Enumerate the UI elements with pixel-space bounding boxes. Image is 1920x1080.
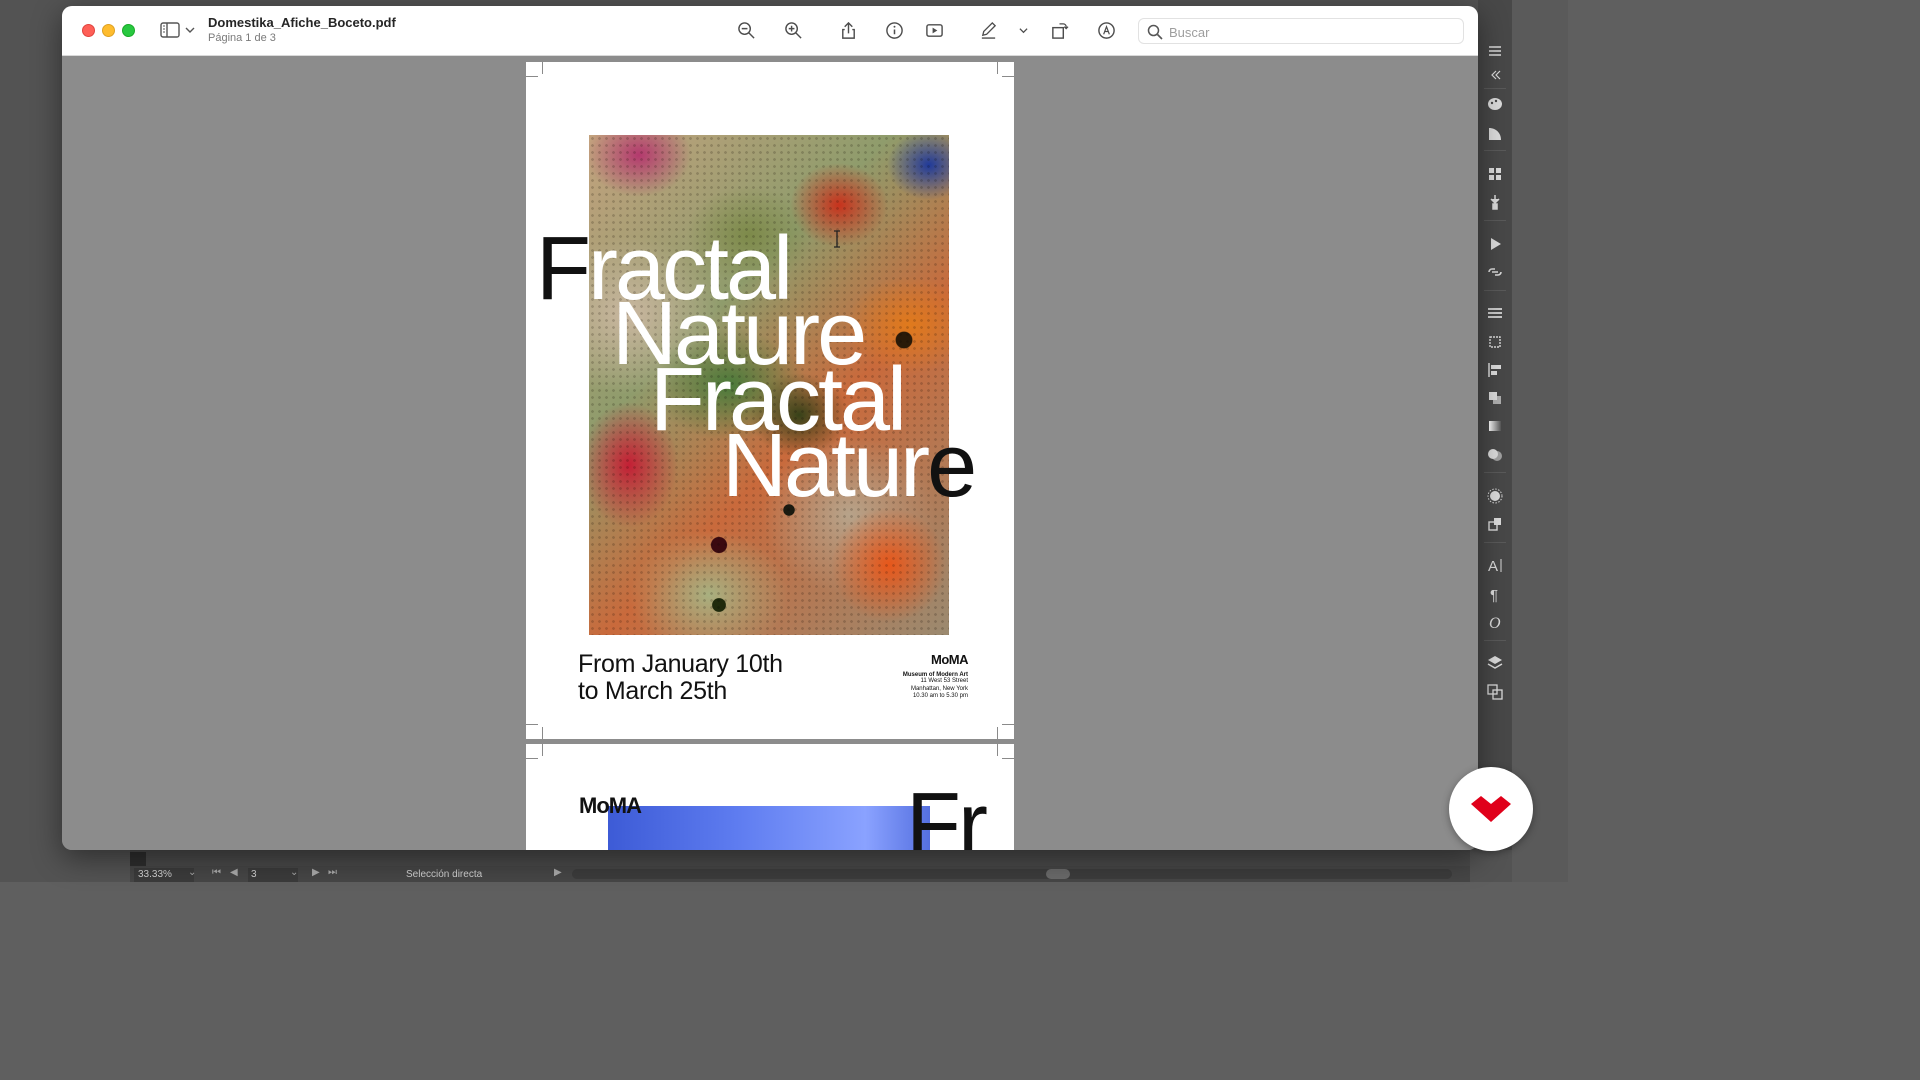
current-tool-label: Selección directa [406, 869, 483, 880]
dates-line-1: From January 10th [578, 650, 783, 678]
titlebar: Domestika_Afiche_Boceto.pdf Página 1 de … [62, 6, 1478, 56]
preview-window: Domestika_Afiche_Boceto.pdf Página 1 de … [62, 6, 1478, 850]
text-cursor-icon [832, 230, 842, 250]
dates-line-2: to March 25th [578, 677, 727, 705]
opentype-icon[interactable]: O [1485, 613, 1505, 631]
slideshow-button[interactable] [922, 19, 946, 41]
zoom-out-button[interactable] [734, 19, 758, 41]
canvas-bottom-strip [130, 850, 1470, 866]
headline-line-4: Nature [722, 416, 977, 516]
collapse-icon[interactable] [1485, 66, 1505, 84]
character-icon[interactable]: A [1485, 556, 1505, 574]
graphic-styles-icon[interactable] [1485, 515, 1505, 533]
page2-photo [608, 806, 930, 850]
page2-headline: Fr [906, 775, 988, 850]
slideshow-icon [925, 23, 943, 37]
transform-icon[interactable] [1485, 333, 1505, 351]
page2-moma-logo: MoMA [579, 793, 642, 818]
domestika-logo [1449, 767, 1533, 851]
zoom-out-icon [737, 21, 755, 39]
markup-button[interactable] [976, 19, 1000, 41]
search-field[interactable] [1138, 18, 1464, 44]
pdf-page-2: MoMA Fr [526, 744, 1014, 850]
links-icon[interactable] [1485, 263, 1505, 281]
rotate-icon [1051, 22, 1068, 39]
minimize-button[interactable] [102, 24, 115, 37]
status-menu-arrow-icon[interactable]: ▶ [554, 867, 562, 878]
status-bar: 33.33% ⌄ ⏮ ◀ 3 ⌄ ▶ ⏭ Selección directa ▶ [130, 866, 1470, 882]
venue-hours: 10.30 am to 5.30 pm [912, 693, 968, 699]
moma-logo: MoMA [931, 652, 969, 667]
maximize-button[interactable] [122, 24, 135, 37]
search-input[interactable] [1169, 22, 1449, 42]
annotate-button[interactable] [1094, 19, 1118, 41]
page-indicator: Página 1 de 3 [208, 32, 276, 44]
tools-panel: A ¶ O [1478, 0, 1512, 850]
svg-text:A: A [1488, 558, 1498, 574]
zoom-in-button[interactable] [781, 19, 805, 41]
brushes-icon[interactable] [1485, 193, 1505, 211]
artboard-dropdown-icon[interactable]: ⌄ [290, 867, 298, 878]
transparency-icon[interactable] [1485, 446, 1505, 464]
swatches-icon[interactable] [1485, 165, 1505, 183]
sidebar-toggle-button[interactable] [160, 20, 198, 40]
actions-play-icon[interactable] [1485, 235, 1505, 253]
info-button[interactable] [882, 19, 906, 41]
info-icon [885, 21, 903, 39]
artboards-icon[interactable] [1485, 683, 1505, 701]
share-icon [841, 21, 855, 39]
first-artboard-icon[interactable]: ⏮ [212, 867, 221, 878]
domestika-logo-icon [1471, 796, 1511, 822]
last-artboard-icon[interactable]: ⏭ [328, 867, 337, 878]
color-guide-icon[interactable] [1485, 125, 1505, 143]
next-artboard-icon[interactable]: ▶ [312, 867, 320, 878]
chevron-down-icon [185, 27, 195, 33]
sidebar-icon [160, 22, 180, 38]
rotate-button[interactable] [1047, 19, 1071, 41]
gradient-icon[interactable] [1485, 417, 1505, 435]
horizontal-scrollbar[interactable] [572, 869, 1452, 879]
share-button[interactable] [836, 19, 860, 41]
document-viewport[interactable]: Fractal Nature Fractal Nature From Janua… [62, 57, 1478, 850]
panel-menu-icon[interactable] [1485, 42, 1505, 60]
pathfinder-icon[interactable] [1485, 389, 1505, 407]
prev-artboard-icon[interactable]: ◀ [230, 867, 238, 878]
layers-icon[interactable] [1485, 654, 1505, 672]
markup-pen-icon [981, 21, 996, 39]
venue-address-2: Manhattan, New York [910, 685, 968, 692]
search-icon [1147, 24, 1163, 40]
pdf-page-1: Fractal Nature Fractal Nature From Janua… [526, 62, 1014, 739]
stroke-icon[interactable] [1485, 304, 1505, 322]
zoom-level[interactable]: 33.33% [134, 868, 194, 882]
zoom-in-icon [784, 21, 802, 39]
chevron-down-icon [1018, 27, 1028, 33]
background-right-edge [1512, 0, 1568, 882]
svg-text:O: O [1489, 615, 1501, 631]
annotate-icon [1097, 21, 1115, 39]
close-button[interactable] [82, 24, 95, 37]
svg-text:¶: ¶ [1490, 587, 1498, 603]
venue-address-1: 11 West 53 Street [920, 678, 968, 684]
appearance-icon[interactable] [1485, 487, 1505, 505]
align-icon[interactable] [1485, 361, 1505, 379]
scrollbar-thumb[interactable] [1046, 869, 1070, 879]
color-palette-icon[interactable] [1485, 95, 1505, 113]
document-title: Domestika_Afiche_Boceto.pdf [208, 15, 396, 30]
markup-menu-button[interactable] [1012, 19, 1034, 41]
venue-info: MoMA Museum of Modern Art 11 West 53 Str… [903, 652, 969, 701]
paragraph-icon[interactable]: ¶ [1485, 585, 1505, 603]
exhibition-dates: From January 10th to March 25th [578, 651, 783, 705]
zoom-dropdown-icon[interactable]: ⌄ [188, 867, 196, 878]
